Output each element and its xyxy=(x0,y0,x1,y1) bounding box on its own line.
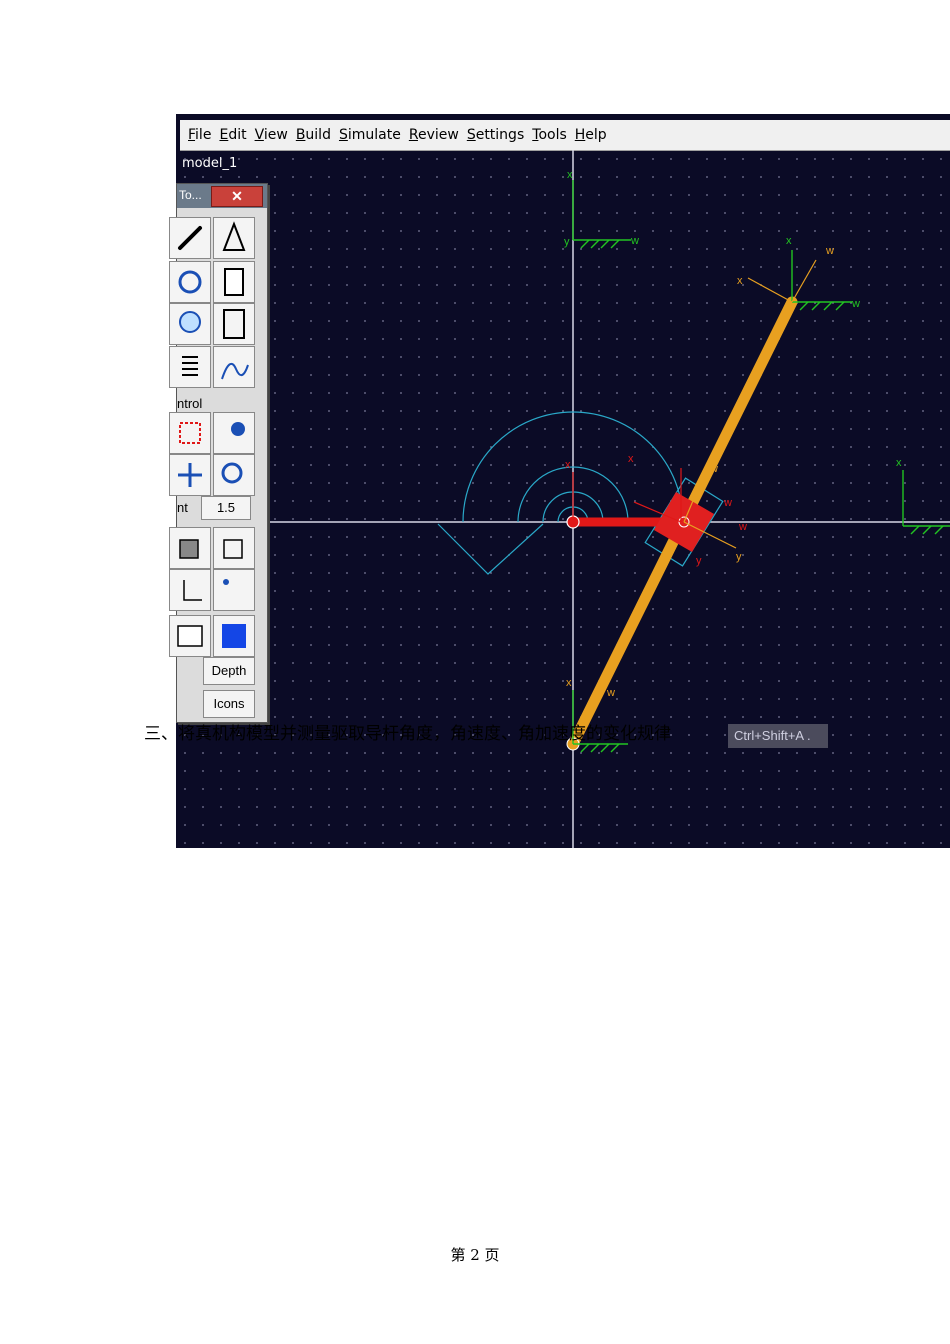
axis-label-slider-w2: w xyxy=(738,521,747,533)
window-layout-button[interactable] xyxy=(169,615,211,657)
menu-settings[interactable]: Settings xyxy=(467,127,524,143)
axis-label-top-w: w xyxy=(630,235,639,247)
wire-cube-icon xyxy=(223,539,243,559)
menu-tools[interactable]: Tools xyxy=(532,127,567,143)
calculator-icon xyxy=(224,268,244,296)
link-tool-button[interactable] xyxy=(169,217,211,259)
pick-icon xyxy=(231,422,245,436)
zoom-tool-button[interactable] xyxy=(213,454,255,496)
menu-file[interactable]: File xyxy=(188,127,211,143)
menu-bar: File Edit View Build Simulate Review Set… xyxy=(180,120,950,151)
order-toggle-button[interactable] xyxy=(213,569,255,611)
page-number: 第 2 页 xyxy=(450,1246,500,1264)
toolbox-title: To... xyxy=(179,188,202,202)
model-name-label: model_1 xyxy=(182,156,238,171)
order-icon xyxy=(223,579,229,585)
ground-icon xyxy=(222,221,246,251)
axis-label-slider-w: w xyxy=(723,497,732,509)
pick-tool-button[interactable] xyxy=(213,412,255,454)
triad-icon xyxy=(183,580,202,601)
toolbox-titlebar[interactable]: To... ✕ xyxy=(177,184,267,208)
menu-build[interactable]: Build xyxy=(296,127,331,143)
increment-label: nt xyxy=(177,500,188,515)
shaded-view-button[interactable] xyxy=(169,527,211,569)
select-tool-button[interactable] xyxy=(169,412,211,454)
translate-icon xyxy=(178,463,202,487)
animation-tool-button[interactable] xyxy=(213,303,255,345)
joint-icon xyxy=(178,270,202,294)
shortcut-hint: Ctrl+Shift+A . xyxy=(728,724,828,748)
menu-review[interactable]: Review xyxy=(409,127,459,143)
axis-label-top-y: y xyxy=(564,236,570,248)
axis-label-crank-x: x xyxy=(565,459,571,471)
depth-button[interactable]: Depth xyxy=(203,657,255,685)
axis-label-slider-y: y xyxy=(696,555,702,567)
axis-label-bottom-w: w xyxy=(606,687,615,699)
window-icon xyxy=(177,625,203,647)
inspect-tool-button[interactable] xyxy=(169,303,211,345)
shaded-cube-icon xyxy=(179,539,199,559)
calculator-tool-button[interactable] xyxy=(213,261,255,303)
plot-icon xyxy=(221,362,249,380)
axis-label-right-x: x xyxy=(896,457,902,469)
axis-label-slider-x: x xyxy=(628,453,634,465)
axis-label-link-w: w xyxy=(825,245,834,257)
film-icon xyxy=(223,309,245,339)
menu-view[interactable]: View xyxy=(255,127,288,143)
joint-tool-button[interactable] xyxy=(169,261,211,303)
menu-help[interactable]: Help xyxy=(575,127,607,143)
menu-edit[interactable]: Edit xyxy=(219,127,246,143)
background-color-button[interactable] xyxy=(213,615,255,657)
ground-tool-button[interactable] xyxy=(213,217,255,259)
increment-input[interactable]: 1.5 xyxy=(201,496,251,520)
main-toolbox: To... ✕ ntrol nt 1.5 Depth Icons xyxy=(169,183,268,723)
toolbox-close-button[interactable]: ✕ xyxy=(211,186,263,207)
axis-label-rt-w: w xyxy=(851,298,860,310)
triad-toggle-button[interactable] xyxy=(169,569,211,611)
control-label: ntrol xyxy=(177,396,203,411)
translate-tool-button[interactable] xyxy=(169,454,211,496)
document-step-line: 三、将真机构模型并测量驱取导杆角度，角速度、角加速度的变化规律 xyxy=(144,724,671,744)
axis-label-rt-x: x xyxy=(786,235,792,247)
inspect-icon xyxy=(179,311,201,333)
axis-label-link-x: x xyxy=(737,275,743,287)
spring-tool-button[interactable] xyxy=(169,346,211,388)
color-swatch-icon xyxy=(222,624,246,648)
axis-label-slider-w3: w xyxy=(709,463,718,475)
menu-simulate[interactable]: Simulate xyxy=(339,127,401,143)
link-icon xyxy=(178,226,202,250)
axis-label-slider-y2: y xyxy=(736,551,742,563)
zoom-icon xyxy=(221,462,243,484)
plot-tool-button[interactable] xyxy=(213,346,255,388)
wireframe-view-button[interactable] xyxy=(213,527,255,569)
icons-button[interactable]: Icons xyxy=(203,690,255,718)
axis-label-top-x: x xyxy=(567,169,573,181)
select-icon xyxy=(179,422,201,444)
spring-icon xyxy=(182,356,198,376)
axis-label-bottom-x: x xyxy=(566,677,572,689)
